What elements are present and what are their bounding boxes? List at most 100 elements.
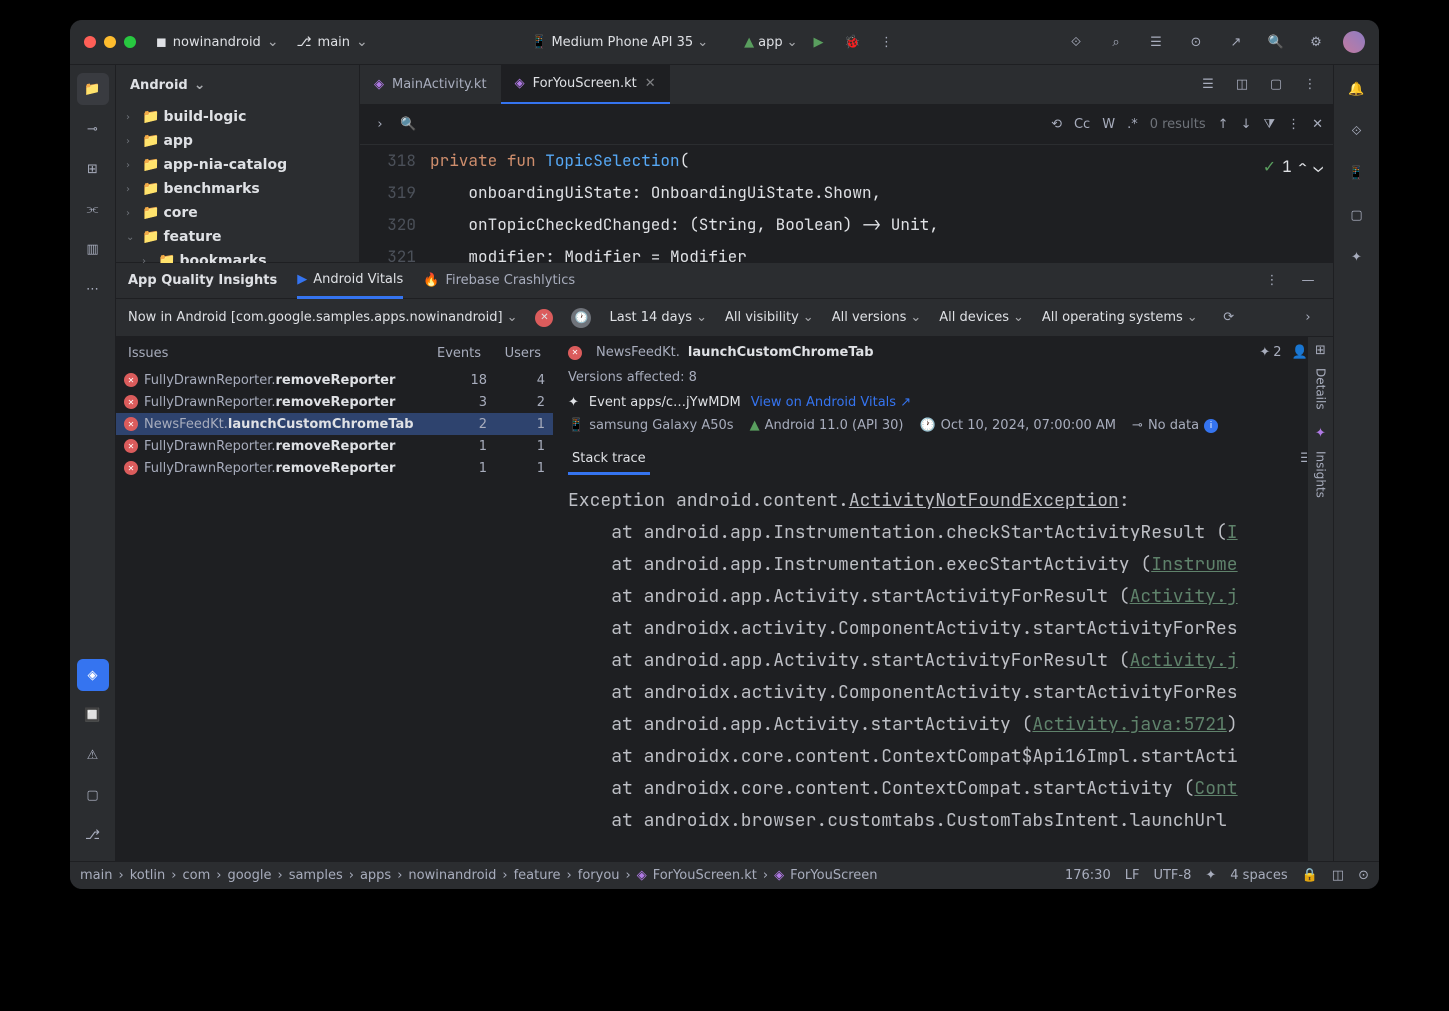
time-filter[interactable]: Last 14 days: [609, 310, 706, 325]
structure-icon[interactable]: ☰: [1143, 29, 1169, 55]
devices-filter[interactable]: All devices: [939, 310, 1024, 325]
more-icon[interactable]: ⋮: [1287, 117, 1300, 132]
arrow-down-icon[interactable]: ↓: [1241, 117, 1252, 132]
inspect-icon[interactable]: ↗: [1223, 29, 1249, 55]
pull-requests-icon[interactable]: ⫘: [77, 193, 109, 225]
sparkle-icon[interactable]: ✦: [1205, 868, 1216, 883]
code-area[interactable]: 318 319 320 321 private fun TopicSelecti…: [360, 145, 1333, 262]
terminal-icon[interactable]: ▢: [77, 779, 109, 811]
settings-icon[interactable]: ⚙: [1303, 29, 1329, 55]
gradle-icon[interactable]: ⟐: [1341, 115, 1373, 147]
prev-occurrence-icon[interactable]: ⟲: [1051, 117, 1062, 132]
running-devices-icon[interactable]: ▢: [1341, 199, 1373, 231]
expand-arrow-icon[interactable]: ›: [370, 117, 390, 132]
more-icon[interactable]: ⋮: [1259, 268, 1285, 294]
readonly-icon[interactable]: ◫: [1332, 868, 1344, 883]
breadcrumb-item[interactable]: google: [227, 868, 271, 883]
preview-icon[interactable]: ▢: [1263, 72, 1289, 98]
minimize-window[interactable]: [104, 36, 116, 48]
refresh-icon[interactable]: ⟳: [1216, 305, 1242, 331]
issue-row[interactable]: FullyDrawnReporter.removeReporter11: [116, 457, 553, 479]
chevron-down-icon[interactable]: ⌄: [1313, 151, 1323, 183]
list-view-icon[interactable]: ☰: [1195, 72, 1221, 98]
tree-item[interactable]: ›📁build-logic: [116, 105, 359, 129]
editor-tab[interactable]: ◈ MainActivity.kt: [360, 65, 501, 104]
minimize-icon[interactable]: —: [1295, 268, 1321, 294]
vcs-icon[interactable]: ⎇: [77, 819, 109, 851]
arrow-up-icon[interactable]: ↑: [1218, 117, 1229, 132]
problems-icon[interactable]: ⚠: [77, 739, 109, 771]
tree-item[interactable]: ›📁benchmarks: [116, 177, 359, 201]
close-icon[interactable]: ✕: [645, 76, 656, 91]
issue-row[interactable]: FullyDrawnReporter.removeReporter184: [116, 369, 553, 391]
match-case-toggle[interactable]: Cc: [1074, 117, 1090, 132]
table-icon[interactable]: ⊞: [1315, 343, 1326, 358]
view-on-vitals-link[interactable]: View on Android Vitals ↗: [751, 395, 911, 410]
line-separator[interactable]: LF: [1125, 868, 1140, 883]
tree-item[interactable]: ›📁app: [116, 129, 359, 153]
tree-item[interactable]: ›📁app-nia-catalog: [116, 153, 359, 177]
resource-manager-icon[interactable]: ▥: [77, 233, 109, 265]
more-tools-icon[interactable]: ⋯: [77, 273, 109, 305]
close-icon[interactable]: ✕: [1312, 117, 1323, 132]
maximize-window[interactable]: [124, 36, 136, 48]
tree-item[interactable]: ⌄📁feature: [116, 225, 359, 249]
tree-item[interactable]: ›📁core: [116, 201, 359, 225]
breadcrumb-item[interactable]: apps: [360, 868, 391, 883]
stack-trace-tab[interactable]: Stack trace: [568, 445, 650, 475]
issue-row[interactable]: FullyDrawnReporter.removeReporter11: [116, 435, 553, 457]
insights-tab[interactable]: Insights: [1314, 451, 1328, 498]
user-avatar[interactable]: [1343, 31, 1365, 53]
project-selector[interactable]: ◼ nowinandroid: [156, 34, 279, 50]
inspection-icon[interactable]: ⊙: [1358, 868, 1369, 883]
ai-icon[interactable]: ✦: [1341, 241, 1373, 273]
expand-icon[interactable]: ›: [1295, 305, 1321, 331]
breadcrumb-item[interactable]: feature: [514, 868, 561, 883]
breadcrumb-item[interactable]: nowinandroid: [408, 868, 496, 883]
anr-filter-icon[interactable]: 🕐: [571, 308, 591, 328]
search-icon[interactable]: 🔍: [400, 117, 416, 132]
breadcrumb-item[interactable]: com: [182, 868, 210, 883]
issue-row[interactable]: FullyDrawnReporter.removeReporter32: [116, 391, 553, 413]
device-manager-icon[interactable]: 📱: [1341, 157, 1373, 189]
os-filter[interactable]: All operating systems: [1042, 310, 1198, 325]
branch-selector[interactable]: ⎇ main: [297, 34, 368, 50]
issue-row[interactable]: NewsFeedKt.launchCustomChromeTab21: [116, 413, 553, 435]
commit-tool-icon[interactable]: ⊸: [77, 113, 109, 145]
chevron-up-icon[interactable]: ⌃: [1298, 151, 1308, 183]
breadcrumb-item[interactable]: foryou: [578, 868, 620, 883]
details-tab[interactable]: Details: [1314, 368, 1328, 410]
lock-icon[interactable]: 🔒: [1302, 868, 1318, 883]
stack-trace-text[interactable]: Exception android.content.ActivityNotFou…: [554, 475, 1333, 861]
app-quality-icon[interactable]: ◈: [77, 659, 109, 691]
breadcrumb-item[interactable]: kotlin: [130, 868, 166, 883]
fatal-filter-icon[interactable]: ✕: [535, 309, 553, 327]
project-panel-header[interactable]: Android: [116, 65, 359, 105]
debug-button[interactable]: 🐞: [840, 29, 866, 55]
split-view-icon[interactable]: ◫: [1229, 72, 1255, 98]
more-icon[interactable]: ⋮: [1297, 72, 1323, 98]
android-vitals-tab[interactable]: ▶ Android Vitals: [297, 263, 403, 299]
close-window[interactable]: [84, 36, 96, 48]
inspection-badge[interactable]: ✓ 1 ⌃ ⌄: [1263, 151, 1323, 183]
indent-setting[interactable]: 4 spaces: [1230, 868, 1287, 883]
filter-icon[interactable]: ⧩: [1263, 117, 1275, 132]
find-icon[interactable]: 🔍: [1263, 29, 1289, 55]
project-tool-icon[interactable]: 📁: [77, 73, 109, 105]
app-selector[interactable]: Now in Android [com.google.samples.apps.…: [128, 310, 517, 325]
breadcrumb-item[interactable]: ForYouScreen.kt: [653, 868, 757, 883]
regex-toggle[interactable]: .*: [1127, 117, 1138, 132]
notifications-icon[interactable]: 🔔: [1341, 73, 1373, 105]
breadcrumb-item[interactable]: samples: [289, 868, 343, 883]
versions-filter[interactable]: All versions: [832, 310, 922, 325]
info-icon[interactable]: i: [1204, 419, 1218, 433]
profiler-icon[interactable]: ⊙: [1183, 29, 1209, 55]
device-selector[interactable]: 📱 Medium Phone API 35: [531, 35, 708, 50]
structure-tool-icon[interactable]: ⊞: [77, 153, 109, 185]
code-lines[interactable]: private fun TopicSelection( onboardingUi…: [430, 145, 1333, 262]
editor-tab-active[interactable]: ◈ ForYouScreen.kt ✕: [501, 65, 670, 104]
breadcrumb-item[interactable]: ForYouScreen: [790, 868, 877, 883]
more-actions-button[interactable]: ⋮: [874, 29, 900, 55]
caret-position[interactable]: 176:30: [1065, 868, 1111, 883]
search-icon[interactable]: ⌕: [1103, 29, 1129, 55]
